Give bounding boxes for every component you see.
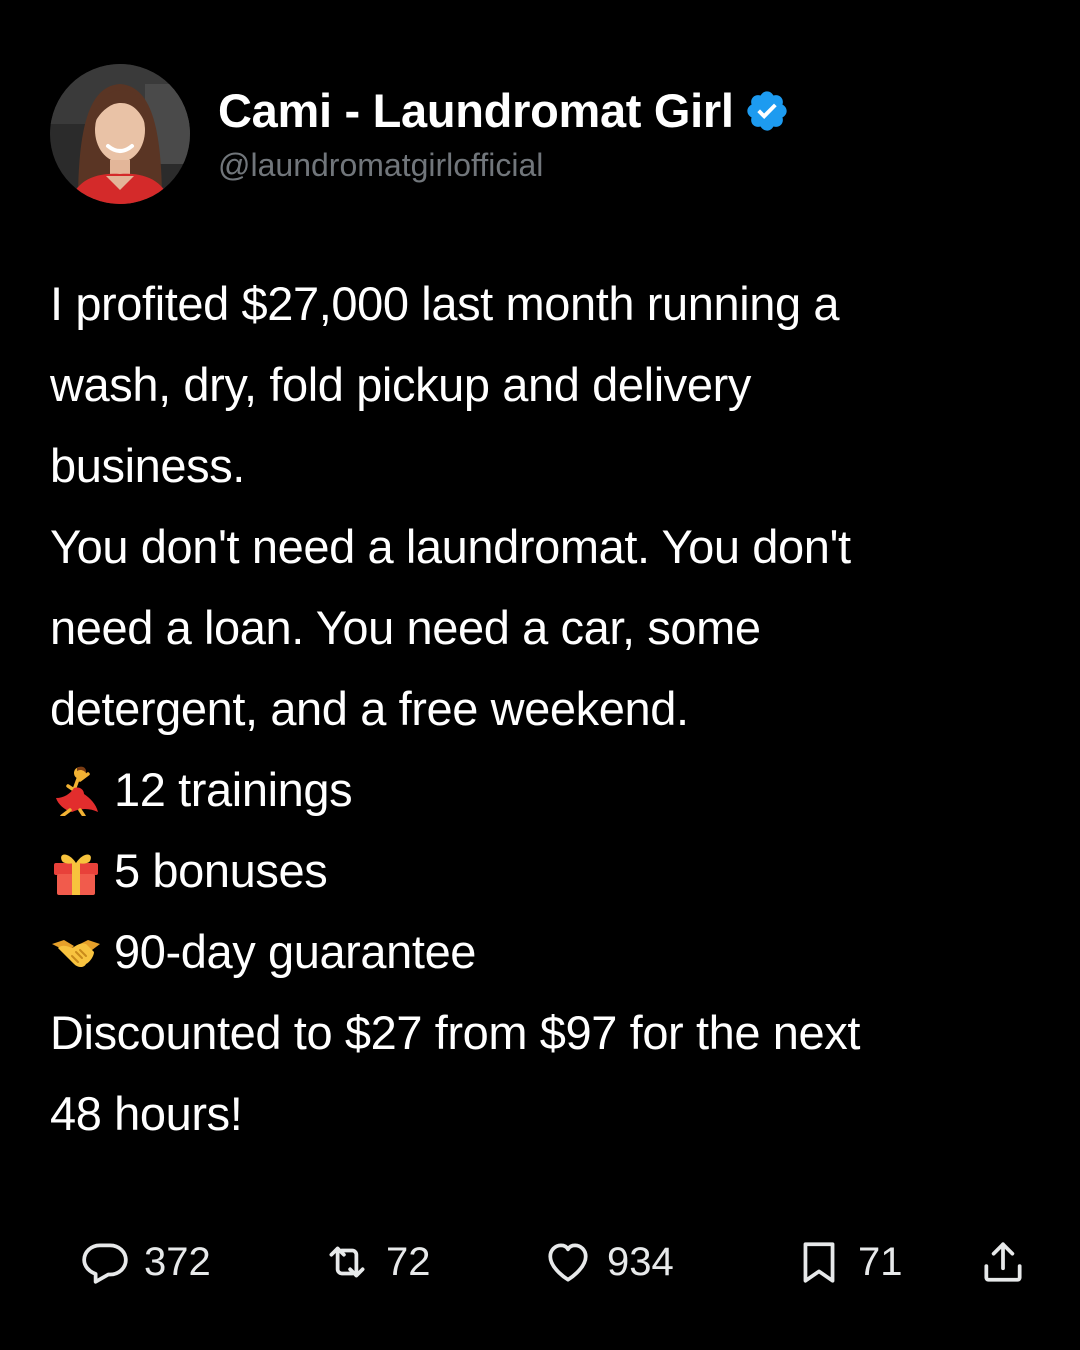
post-line: Discounted to $27 from $97 for the next (50, 1006, 860, 1059)
reply-count: 372 (144, 1239, 211, 1284)
share-icon (984, 1242, 1022, 1282)
repost-button[interactable]: 72 (322, 1232, 431, 1292)
list-item-text: 90-day guarantee (114, 925, 477, 978)
avatar-image (50, 64, 190, 204)
dancer-emoji-icon (56, 766, 98, 816)
share-button[interactable] (978, 1232, 1028, 1292)
like-button[interactable]: 934 (543, 1232, 674, 1292)
display-name[interactable]: Cami - Laundromat Girl (218, 83, 734, 139)
post-line: You don't need a laundromat. You don't (50, 520, 851, 573)
repost-count: 72 (386, 1239, 431, 1284)
verified-badge-icon (747, 91, 787, 131)
post-header: Cami - Laundromat Girl @laundromatgirlof… (50, 64, 790, 204)
post-line: wash, dry, fold pickup and delivery (50, 358, 751, 411)
list-item: 90-day guarantee (50, 911, 1040, 992)
post-line: I profited $27,000 last month running a (50, 277, 840, 330)
handshake-emoji-icon (52, 939, 100, 967)
bookmark-button[interactable]: 71 (794, 1232, 903, 1292)
bookmark-count: 71 (858, 1239, 903, 1284)
like-count: 934 (607, 1239, 674, 1284)
list-item-text: 12 trainings (114, 763, 353, 816)
reply-icon (82, 1243, 128, 1284)
reply-button[interactable]: 372 (80, 1232, 211, 1292)
handle[interactable]: @laundromatgirlofficial (218, 145, 790, 185)
post-line: detergent, and a free weekend. (50, 682, 689, 735)
gift-emoji-icon (54, 854, 98, 895)
list-item: 12 trainings (50, 749, 1040, 830)
action-bar: 372 72 934 71 (0, 1232, 1080, 1292)
post-line: need a loan. You need a car, some (50, 601, 761, 654)
post-line: business. (50, 439, 245, 492)
post-body: I profited $27,000 last month running a … (50, 263, 1040, 1154)
repost-icon (329, 1246, 365, 1278)
avatar[interactable] (50, 64, 190, 204)
post-line: 48 hours! (50, 1087, 243, 1140)
list-item-text: 5 bonuses (114, 844, 328, 897)
list-item: 5 bonuses (50, 830, 1040, 911)
heart-icon (548, 1243, 588, 1282)
bookmark-icon (803, 1242, 835, 1283)
